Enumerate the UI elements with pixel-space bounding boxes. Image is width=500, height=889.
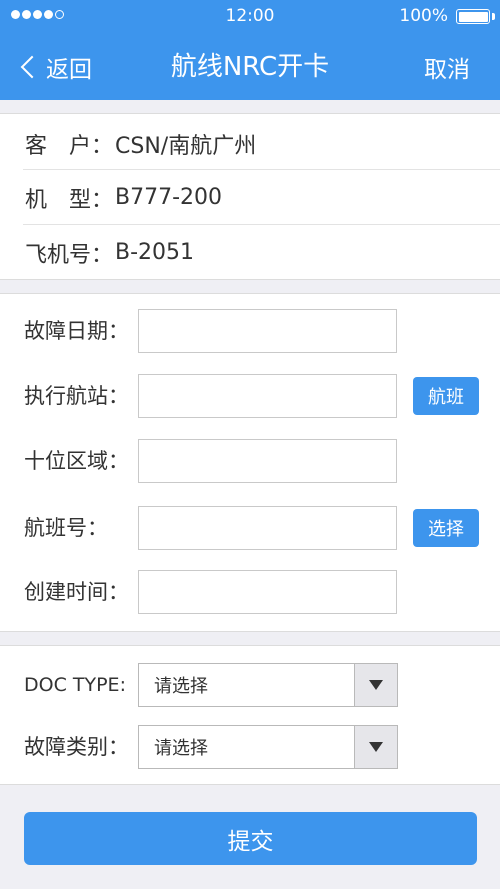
doc-type-select[interactable]: 请选择 xyxy=(138,663,398,707)
flight-button[interactable]: 航班 xyxy=(413,377,479,415)
customer-label: 客 户： xyxy=(25,133,114,159)
battery-percent: 100% xyxy=(399,6,448,26)
triangle-down-icon xyxy=(369,680,383,690)
model-value: B777-200 xyxy=(115,185,223,210)
flight-no-label: 航班号： xyxy=(24,516,108,540)
status-bar: 12:00 100% xyxy=(0,0,500,34)
customer-row: 客 户： CSN/南航广州 xyxy=(0,116,500,171)
customer-value: CSN/南航广州 xyxy=(115,133,257,159)
model-label: 机 型： xyxy=(25,187,114,213)
battery-tip xyxy=(492,13,495,20)
dropdown-button[interactable] xyxy=(354,726,397,768)
dropdown-button[interactable] xyxy=(354,664,397,706)
model-row: 机 型： B777-200 xyxy=(0,170,500,225)
doc-type-value: 请选择 xyxy=(154,676,208,697)
flight-no-input[interactable] xyxy=(138,506,397,550)
aircraft-no-row: 飞机号： B-2051 xyxy=(0,225,500,280)
station-label: 执行航站： xyxy=(24,384,129,408)
fault-date-input[interactable] xyxy=(138,309,397,353)
zone-input[interactable] xyxy=(138,439,397,483)
aircraft-no-value: B-2051 xyxy=(115,240,195,265)
aircraft-no-label: 飞机号： xyxy=(25,242,114,268)
select-button[interactable]: 选择 xyxy=(413,509,479,547)
cancel-button[interactable]: 取消 xyxy=(424,50,470,84)
aircraft-info-section: 客 户： CSN/南航广州 机 型： B777-200 飞机号： B-2051 xyxy=(0,113,500,280)
zone-label: 十位区域： xyxy=(24,449,129,473)
fault-category-select[interactable]: 请选择 xyxy=(138,725,398,769)
created-time-input[interactable] xyxy=(138,570,397,614)
nav-bar: 返回 航线NRC开卡 取消 xyxy=(0,34,500,94)
app-header: 12:00 100% 返回 航线NRC开卡 取消 xyxy=(0,0,500,100)
doc-type-label: DOC TYPE: xyxy=(24,674,126,696)
battery-icon xyxy=(456,9,490,24)
fault-category-value: 请选择 xyxy=(154,738,208,759)
fault-date-label: 故障日期： xyxy=(24,319,129,343)
station-input[interactable] xyxy=(138,374,397,418)
created-time-label: 创建时间： xyxy=(24,580,129,604)
submit-button[interactable]: 提交 xyxy=(24,812,477,865)
fault-category-label: 故障类别： xyxy=(24,735,129,759)
triangle-down-icon xyxy=(369,742,383,752)
